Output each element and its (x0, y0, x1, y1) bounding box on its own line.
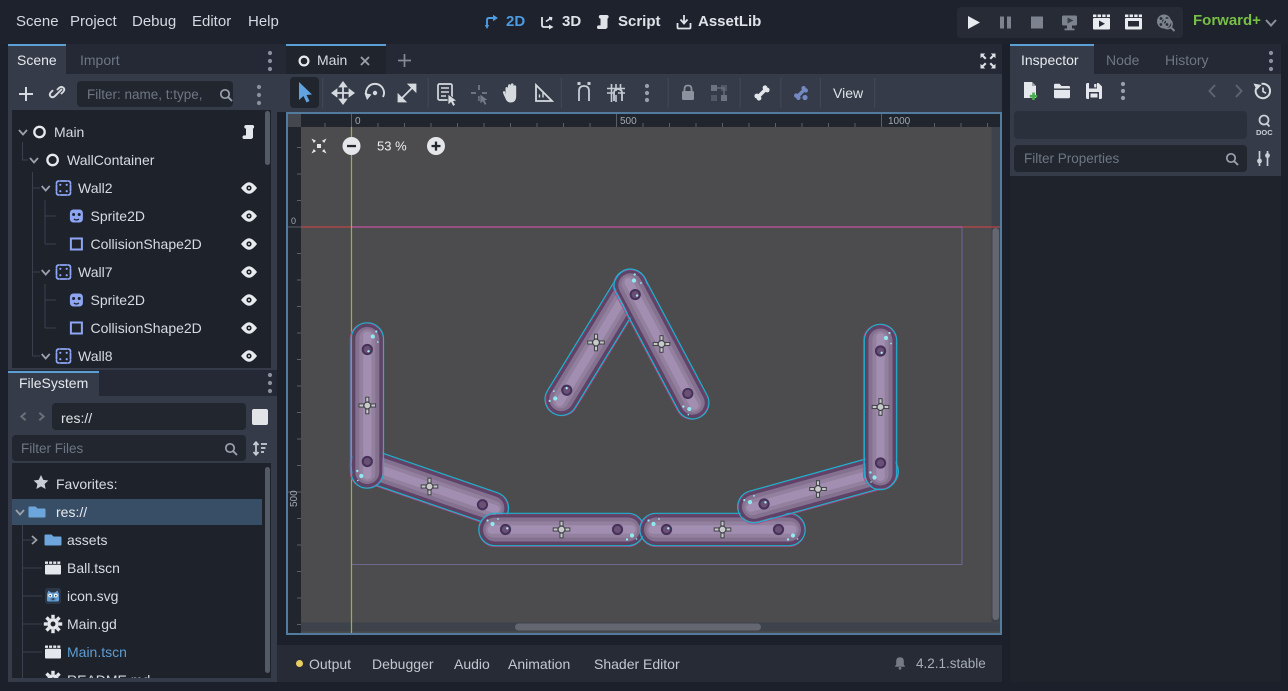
svg-text:res://: res:// (56, 504, 87, 520)
svg-text:Main.gd: Main.gd (67, 616, 117, 632)
svg-text:assets: assets (67, 532, 107, 548)
svg-text:Sprite2D: Sprite2D (91, 208, 145, 224)
svg-text:53 %: 53 % (377, 139, 407, 154)
svg-text:icon.svg: icon.svg (67, 588, 118, 604)
svg-text:Ball.tscn: Ball.tscn (67, 560, 120, 576)
svg-text:Sprite2D: Sprite2D (91, 292, 145, 308)
svg-text:View: View (833, 85, 864, 101)
svg-text:README.md: README.md (67, 672, 150, 678)
svg-text:WallContainer: WallContainer (67, 152, 155, 168)
svg-text:Favorites:: Favorites: (56, 476, 117, 492)
svg-text:0: 0 (355, 116, 361, 127)
svg-text:500: 500 (620, 116, 637, 127)
svg-text:Wall7: Wall7 (78, 264, 113, 280)
svg-text:CollisionShape2D: CollisionShape2D (91, 320, 202, 336)
svg-text:CollisionShape2D: CollisionShape2D (91, 236, 202, 252)
svg-text:0: 0 (291, 216, 296, 226)
svg-text:Wall2: Wall2 (78, 180, 113, 196)
svg-text:DOC: DOC (1256, 128, 1273, 137)
svg-text:500: 500 (289, 490, 300, 507)
svg-text:Main.tscn: Main.tscn (67, 644, 127, 660)
svg-text:Wall8: Wall8 (78, 348, 113, 364)
svg-text:1000: 1000 (888, 116, 911, 127)
svg-text:Main: Main (54, 124, 84, 140)
